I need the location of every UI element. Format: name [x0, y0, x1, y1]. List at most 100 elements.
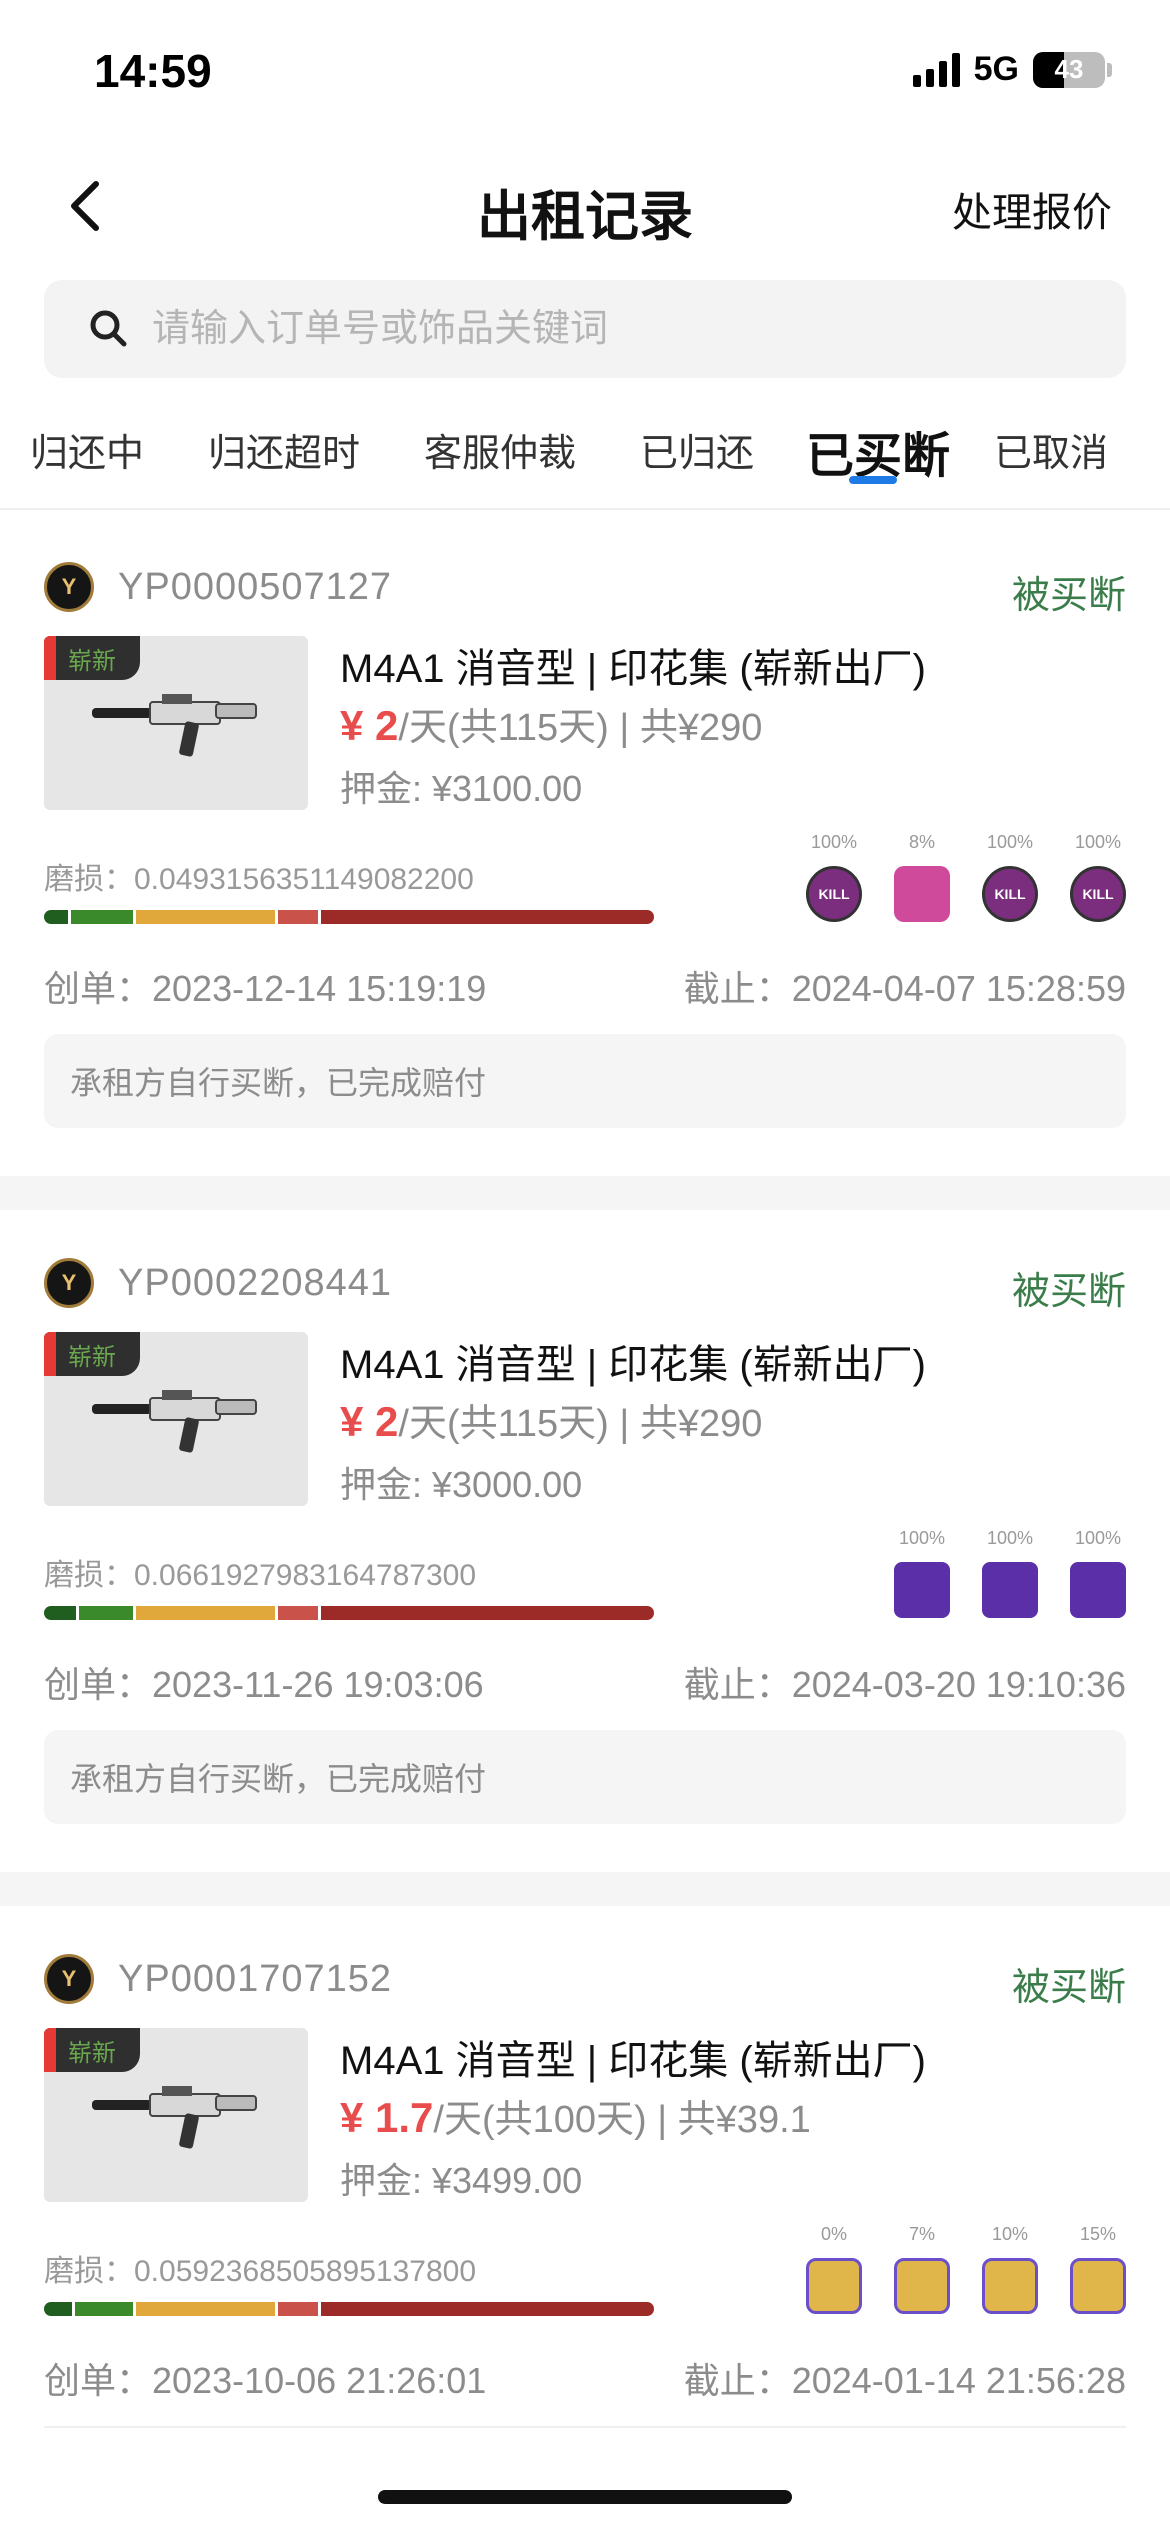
sticker[interactable]: 8%: [894, 832, 950, 922]
sticker-wear: 7%: [908, 2224, 935, 2244]
price-line: ¥ 1.7/天(共100天) | 共¥39.1: [340, 2088, 811, 2143]
rifle-icon: [92, 694, 257, 757]
rifle-icon: [92, 1390, 257, 1453]
seller-logo-icon: Y: [44, 562, 94, 612]
network-type: 5G: [973, 50, 1019, 88]
price-line: ¥ 2/天(共115天) | 共¥290: [340, 696, 762, 751]
tab-return-overdue[interactable]: 归还超时: [208, 422, 360, 477]
sticker-list: 100% KILL 8% 100% KILL 100% KILL: [806, 832, 1126, 922]
tab-cancelled[interactable]: 已取消: [994, 422, 1108, 477]
sticker-wear: 100%: [898, 1528, 946, 1548]
tab-returning[interactable]: 归还中: [30, 422, 144, 477]
sticker-wear: 10%: [991, 2224, 1029, 2244]
order-dates: 创单：2023-11-26 19:03:06 截止：2024-03-20 19:…: [44, 1656, 1126, 1708]
created-date: 创单：2023-12-14 15:19:19: [44, 968, 487, 1009]
sticker[interactable]: 100%: [894, 1528, 950, 1618]
order-card[interactable]: Y YP0002208441 被买断 崭新 M4A1 消音型 | 印花集 (崭新…: [0, 1210, 1170, 1860]
status-time: 14:59: [94, 45, 212, 97]
sticker-wear: 0%: [820, 2224, 847, 2244]
sticker-list: 100% 100% 100%: [894, 1528, 1126, 1618]
wear-value: 磨损：0.0661927983164787300: [44, 1559, 477, 1592]
rent-detail: /天(共115天) | 共¥290: [398, 707, 763, 749]
order-card[interactable]: Y YP0000507127 被买断 崭新 M4A1 消音型 | 印花集 (崭新…: [0, 512, 1170, 1172]
condition-tag: 崭新: [44, 1332, 140, 1376]
tab-arbitration[interactable]: 客服仲裁: [424, 422, 576, 477]
created-date: 创单：2023-10-06 21:26:01: [44, 2360, 487, 2401]
rent-detail: /天(共115天) | 共¥290: [398, 1403, 763, 1445]
sticker[interactable]: 100% KILL: [1070, 832, 1126, 922]
sticker-icon: [982, 1562, 1038, 1618]
order-status: 被买断: [1011, 1967, 1126, 2009]
status-bar: 14:59 5G 43: [0, 0, 1170, 140]
wear-bar: [44, 2302, 654, 2316]
order-status: 被买断: [1011, 575, 1126, 617]
battery-tip: [1107, 62, 1112, 77]
order-dates: 创单：2023-12-14 15:19:19 截止：2024-04-07 15:…: [44, 960, 1126, 1012]
sticker-wear: 15%: [1079, 2224, 1117, 2244]
deadline-date: 截止：2024-03-20 19:10:36: [683, 1664, 1126, 1705]
item-thumbnail: 崭新: [44, 1332, 308, 1506]
sticker-wear: 100%: [1074, 1528, 1122, 1548]
seller-logo-icon: Y: [44, 1258, 94, 1308]
battery-level: 43: [1054, 54, 1084, 84]
order-dates: 创单：2023-10-06 21:26:01 截止：2024-01-14 21:…: [44, 2352, 1126, 2404]
search-bar[interactable]: [44, 280, 1126, 378]
deadline-date: 截止：2024-04-07 15:28:59: [683, 968, 1126, 1009]
card-separator: [0, 1872, 1170, 1906]
process-quote-button[interactable]: 处理报价: [952, 180, 1112, 238]
sticker-wear: 8%: [908, 832, 935, 852]
item-thumbnail: 崭新: [44, 2028, 308, 2202]
wear-bar: [44, 1606, 654, 1620]
status-tabs: 归还中 归还超时 客服仲裁 已归还 已买断 已取消: [0, 400, 1170, 510]
sticker[interactable]: 100% KILL: [982, 832, 1038, 922]
home-indicator: [378, 2490, 792, 2504]
order-note: 承租方自行买断，已完成赔付: [44, 1730, 1126, 1824]
tab-returned[interactable]: 已归还: [640, 422, 754, 477]
signal-icon: [912, 52, 960, 87]
sticker[interactable]: 100% KILL: [806, 832, 862, 922]
price-line: ¥ 2/天(共115天) | 共¥290: [340, 1392, 762, 1447]
order-status: 被买断: [1011, 1271, 1126, 1313]
order-number: YP0002208441: [118, 1262, 393, 1304]
rifle-icon: [92, 2086, 257, 2149]
created-date: 创单：2023-11-26 19:03:06: [44, 1664, 484, 1705]
sticker[interactable]: 15%: [1070, 2224, 1126, 2314]
sticker-icon: KILL: [1070, 866, 1126, 922]
sticker-icon: [1070, 2258, 1126, 2314]
wear-value: 磨损：0.0592368505895137800: [44, 2255, 477, 2288]
condition-tag: 崭新: [44, 2028, 140, 2072]
sticker[interactable]: 100%: [1070, 1528, 1126, 1618]
sticker[interactable]: 100%: [982, 1528, 1038, 1618]
sticker-icon: [1070, 1562, 1126, 1618]
nav-bar: 出租记录 处理报价: [0, 150, 1170, 260]
order-note: 承租方自行买断，已完成赔付: [44, 1034, 1126, 1128]
sticker-icon: [894, 866, 950, 922]
card-separator: [0, 1176, 1170, 1210]
active-tab-indicator: [849, 476, 897, 484]
rent-detail: /天(共100天) | 共¥39.1: [433, 2099, 811, 2141]
sticker-wear: 100%: [986, 1528, 1034, 1548]
item-name: M4A1 消音型 | 印花集 (崭新出厂): [340, 1343, 926, 1387]
search-input[interactable]: [152, 307, 1052, 351]
seller-logo-icon: Y: [44, 1954, 94, 2004]
wear-value: 磨损：0.0493156351149082200: [44, 863, 474, 896]
sticker-icon: [806, 2258, 862, 2314]
item-name: M4A1 消音型 | 印花集 (崭新出厂): [340, 2039, 926, 2083]
battery-icon: 43: [1033, 51, 1105, 88]
status-indicators: 5G 43: [912, 50, 1112, 89]
sticker-icon: [894, 1562, 950, 1618]
order-number: YP0000507127: [118, 566, 393, 608]
sticker[interactable]: 10%: [982, 2224, 1038, 2314]
search-icon: [90, 310, 127, 347]
sticker-icon: [894, 2258, 950, 2314]
wear-bar: [44, 910, 654, 924]
deposit: 押金: ¥3499.00: [340, 2160, 583, 2201]
sticker-wear: 100%: [986, 832, 1034, 852]
sticker-icon: KILL: [982, 866, 1038, 922]
order-card[interactable]: Y YP0001707152 被买断 崭新 M4A1 消音型 | 印花集 (崭新…: [0, 1906, 1170, 2428]
daily-rent: ¥ 2: [340, 1398, 399, 1445]
item-thumbnail: 崭新: [44, 636, 308, 810]
sticker[interactable]: 7%: [894, 2224, 950, 2314]
sticker-icon: KILL: [806, 866, 862, 922]
sticker[interactable]: 0%: [806, 2224, 862, 2314]
